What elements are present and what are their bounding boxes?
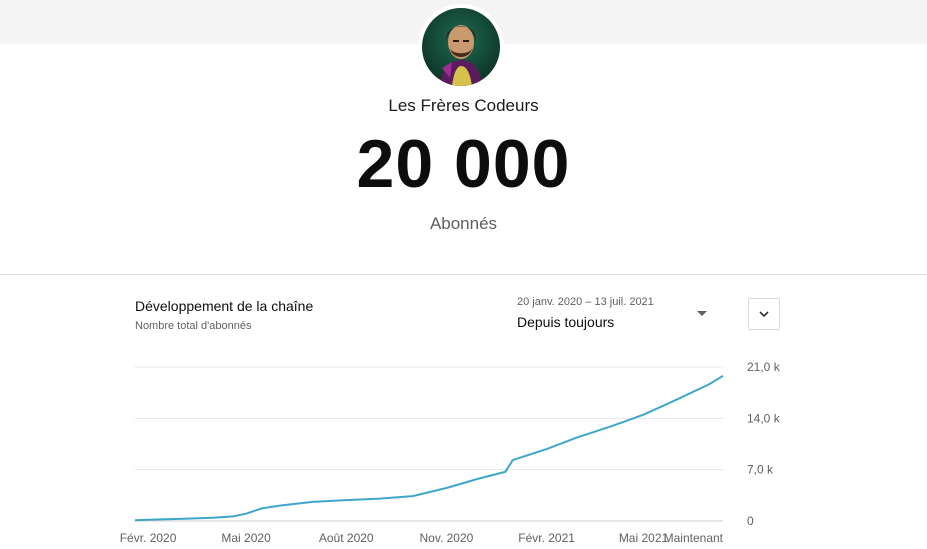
y-tick-label: 21,0 k (747, 360, 781, 374)
y-tick-label: 7,0 k (747, 463, 774, 477)
x-tick-label: Maintenant (664, 531, 724, 545)
x-tick-label: Nov. 2020 (420, 531, 474, 545)
y-tick-label: 14,0 k (747, 411, 781, 425)
y-tick-label: 0 (747, 514, 754, 528)
x-tick-label: Févr. 2021 (518, 531, 575, 545)
subscriber-chart: 0 7,0 k 14,0 k 21,0 k Févr. 2020 Mai 2020 Août… (120, 360, 781, 545)
x-tick-label: Mai 2021 (619, 531, 669, 545)
x-tick-label: Févr. 2020 (120, 531, 177, 545)
subscriber-line[interactable] (134, 374, 724, 522)
x-tick-label: Août 2020 (319, 531, 374, 545)
x-tick-label: Mai 2020 (221, 531, 271, 545)
